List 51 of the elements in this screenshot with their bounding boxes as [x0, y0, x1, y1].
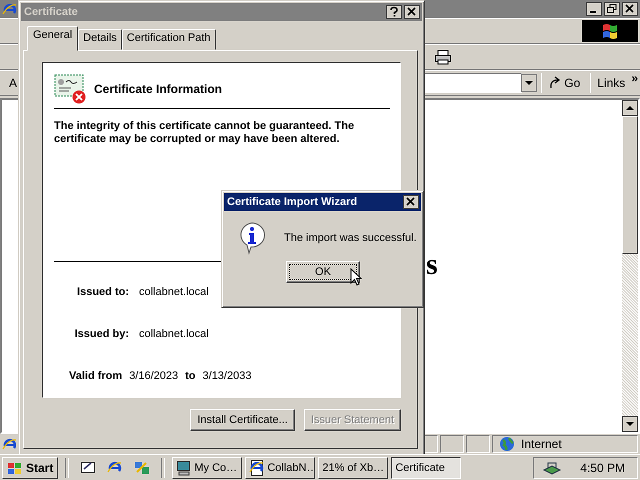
desktop-icon[interactable] [80, 460, 96, 476]
taskbar-button[interactable]: My Co… [172, 456, 242, 478]
links-button[interactable]: Links [590, 73, 628, 93]
title-bar: Certificate [21, 3, 422, 21]
clock: 4:50 PM [580, 460, 625, 474]
scroll-up-icon [622, 100, 638, 116]
cursor-icon [350, 268, 362, 287]
tab[interactable]: General [27, 26, 78, 51]
section-heading: Certificate Information [94, 82, 222, 96]
channels-icon[interactable] [134, 460, 150, 476]
printer-icon[interactable] [434, 49, 452, 65]
page-icon [2, 437, 16, 451]
taskbar-button[interactable]: CollabN… [245, 456, 316, 478]
field-label: Issued to: [76, 286, 129, 298]
heading-text: s [426, 248, 438, 281]
globe-icon [499, 436, 515, 452]
field-label: Issued by: [74, 328, 129, 340]
scroll-thumb[interactable] [622, 116, 638, 254]
document-icon [249, 460, 266, 476]
scrollbar[interactable] [622, 100, 638, 432]
field-value: collabnet.local [139, 328, 209, 340]
scroll-down-icon [622, 416, 638, 432]
ok-button[interactable]: OK [286, 261, 360, 283]
flag-icon [600, 22, 620, 40]
message-text: The import was successful. [284, 232, 417, 244]
close-icon[interactable] [622, 2, 638, 16]
taskbar-button[interactable]: 21% of Xb… [318, 456, 388, 478]
browser-icon [2, 2, 17, 16]
taskbar-button[interactable]: Certificate [391, 456, 462, 478]
dialog-button[interactable]: Install Certificate... [190, 409, 295, 431]
close-icon[interactable] [403, 195, 419, 209]
field-label: to [185, 370, 196, 382]
go-arrow-icon [548, 76, 562, 90]
warning-text: The integrity of this certificate cannot be guaranteed. The certificate may be corrupted or may have been altered. [54, 120, 356, 146]
restore-icon[interactable] [604, 2, 620, 16]
field-label: Valid from [69, 370, 122, 382]
certificate-error-icon [54, 74, 88, 104]
tab[interactable]: Details [78, 29, 122, 50]
windows-flag-icon [7, 460, 23, 474]
field-value: 3/13/2033 [202, 370, 252, 382]
minimize-icon[interactable] [586, 2, 602, 16]
tab[interactable]: Certification Path [122, 29, 216, 50]
field-value: 3/16/2023 [129, 370, 178, 382]
computer-icon [176, 460, 192, 476]
network-icon[interactable] [542, 460, 562, 476]
chevron[interactable]: » [631, 71, 638, 85]
title-bar: Certificate Import Wizard [224, 193, 421, 211]
zone-label: Internet [521, 437, 562, 451]
address-label: A [9, 76, 18, 90]
start-button[interactable]: Start [2, 456, 58, 478]
field-value: collabnet.local [139, 286, 209, 298]
